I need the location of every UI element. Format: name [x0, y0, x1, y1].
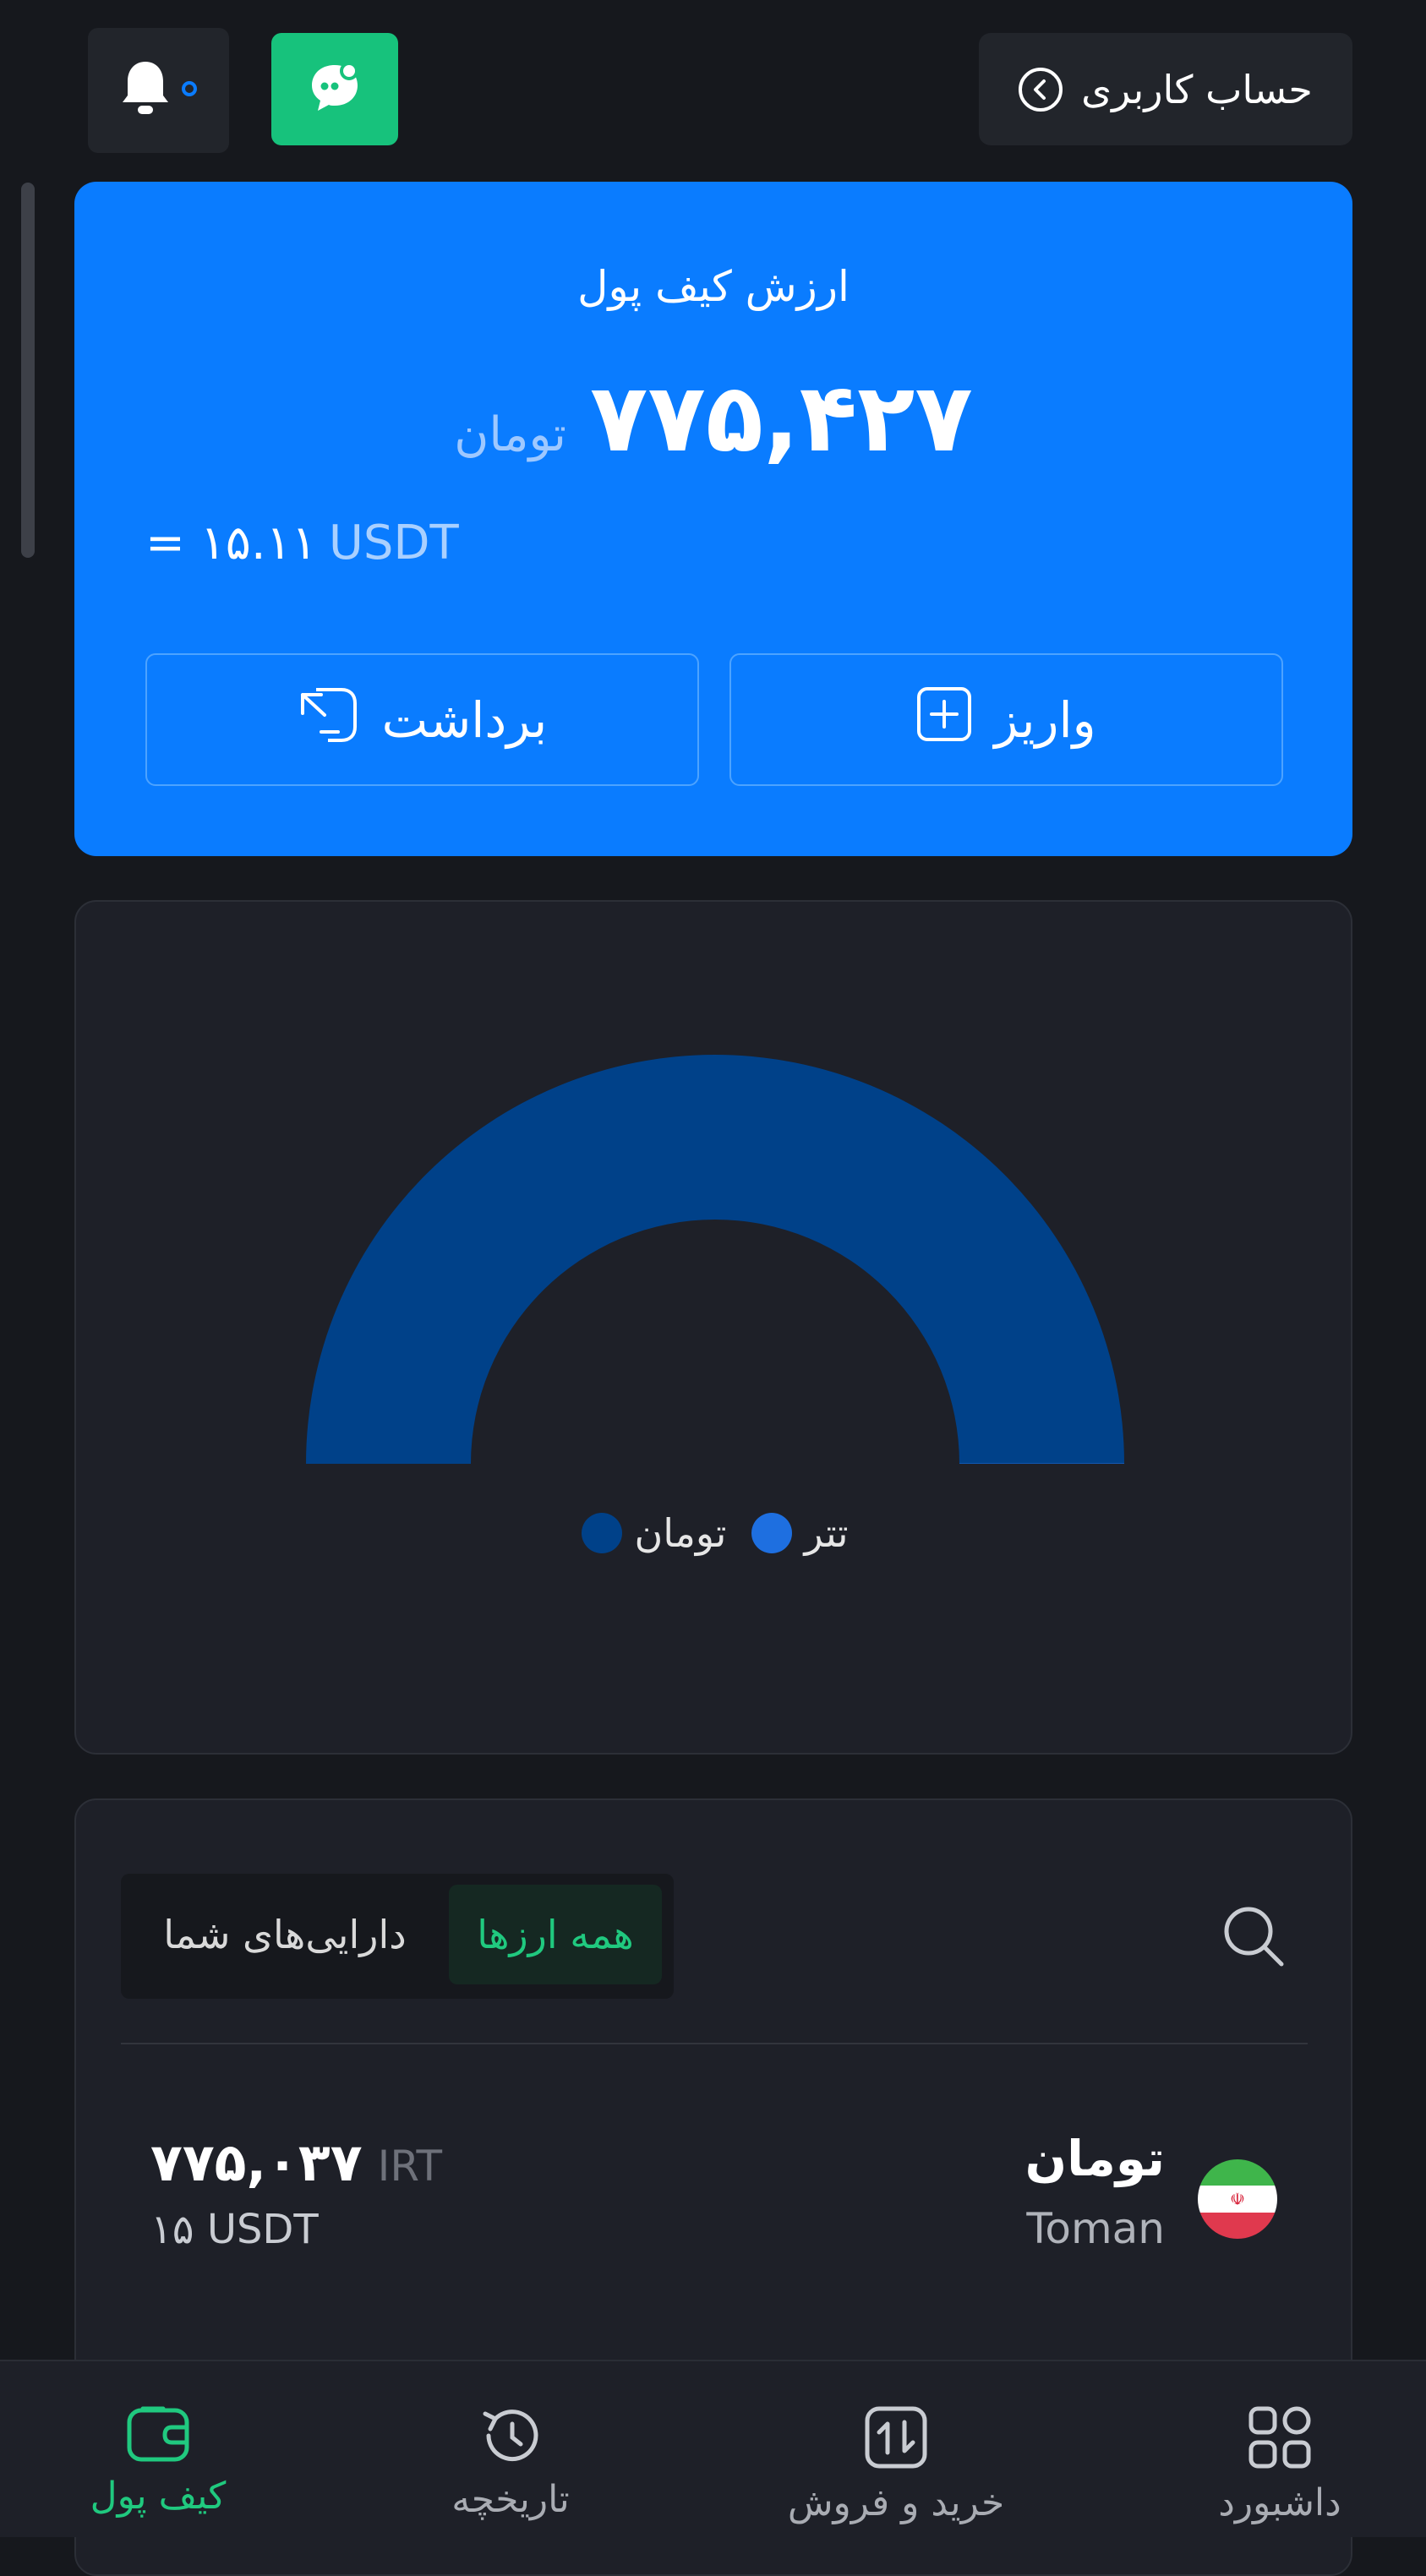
- user-account-button[interactable]: حساب کاربری: [979, 33, 1352, 145]
- asset-usdt-value: ۱۵ USDT: [150, 2206, 319, 2253]
- asset-filter-tabs: همه ارزها دارایی‌های شما: [121, 1874, 674, 1999]
- tab-all-currencies[interactable]: همه ارزها: [449, 1885, 662, 1984]
- deposit-button[interactable]: واریز: [729, 653, 1283, 786]
- support-chat-button[interactable]: [271, 33, 398, 145]
- bottom-navigation: کیف پول تاریخچه خرید و فروش داشبورد: [0, 2360, 1426, 2537]
- nav-wallet[interactable]: کیف پول: [31, 2361, 285, 2537]
- wallet-usdt-value: = ۱۵.۱۱: [145, 516, 317, 570]
- wallet-icon: [126, 2405, 190, 2466]
- asset-amount-value: ۷۷۵,۰۳۷: [150, 2131, 363, 2193]
- withdraw-label: برداشت: [381, 690, 548, 749]
- nav-wallet-label: کیف پول: [90, 2475, 227, 2518]
- legend-item-0[interactable]: تتر: [751, 1510, 849, 1556]
- asset-amount: IRT ۷۷۵,۰۳۷: [150, 2131, 442, 2193]
- scroll-indicator[interactable]: [21, 183, 35, 558]
- iran-flag-icon: ☫: [1198, 2159, 1277, 2239]
- asset-subname: Toman: [1026, 2204, 1165, 2253]
- portfolio-chart-card: تتر تومان: [74, 900, 1352, 1755]
- exchange-icon: [864, 2405, 928, 2473]
- asset-unit: IRT: [377, 2142, 443, 2191]
- wallet-title: ارزش کیف پول: [577, 262, 850, 311]
- withdraw-icon: [298, 685, 360, 756]
- nav-history-label: تاریخچه: [451, 2478, 570, 2521]
- legend-label: تومان: [634, 1510, 727, 1556]
- wallet-amount-row: ۷۷۵,۴۲۷ تومان: [74, 363, 1352, 473]
- nav-dashboard[interactable]: داشبورد: [1153, 2361, 1407, 2537]
- legend-item-1[interactable]: تومان: [582, 1510, 726, 1556]
- divider: [121, 2043, 1308, 2044]
- search-icon[interactable]: [1221, 1903, 1287, 1973]
- user-account-label: حساب کاربری: [1081, 66, 1313, 112]
- deposit-label: واریز: [994, 690, 1096, 749]
- nav-dashboard-label: داشبورد: [1218, 2481, 1341, 2524]
- asset-name: تومان: [1024, 2130, 1165, 2187]
- chevron-left-circle-icon: [1019, 67, 1063, 112]
- chat-icon: [305, 58, 364, 121]
- wallet-amount-unit: تومان: [454, 407, 566, 462]
- nav-trade[interactable]: خرید و فروش: [769, 2361, 1023, 2537]
- notifications-button[interactable]: [88, 28, 229, 153]
- nav-history[interactable]: تاریخچه: [384, 2361, 637, 2537]
- chart-legend: تتر تومان: [76, 1510, 1354, 1556]
- bell-icon: [119, 58, 172, 123]
- chart-slice-1: [306, 1055, 1124, 1464]
- portfolio-donut-chart: [306, 1055, 1124, 1464]
- legend-dot: [751, 1513, 793, 1553]
- wallet-amount: ۷۷۵,۴۲۷: [590, 363, 973, 473]
- nav-trade-label: خرید و فروش: [787, 2481, 1005, 2524]
- legend-label: تتر: [804, 1510, 849, 1556]
- wallet-usdt-unit: USDT: [328, 516, 459, 570]
- legend-dot: [582, 1513, 623, 1553]
- tab-your-assets[interactable]: دارایی‌های شما: [121, 1885, 449, 1984]
- wallet-usdt-equivalent: = ۱۵.۱۱ USDT: [145, 516, 459, 570]
- withdraw-button[interactable]: برداشت: [145, 653, 699, 786]
- wallet-value-card: ارزش کیف پول ۷۷۵,۴۲۷ تومان = ۱۵.۱۱ USDT …: [74, 182, 1352, 856]
- plus-square-icon: [916, 686, 972, 754]
- history-icon: [478, 2405, 543, 2470]
- notification-dot-icon: [180, 79, 199, 101]
- dashboard-icon: [1248, 2405, 1312, 2473]
